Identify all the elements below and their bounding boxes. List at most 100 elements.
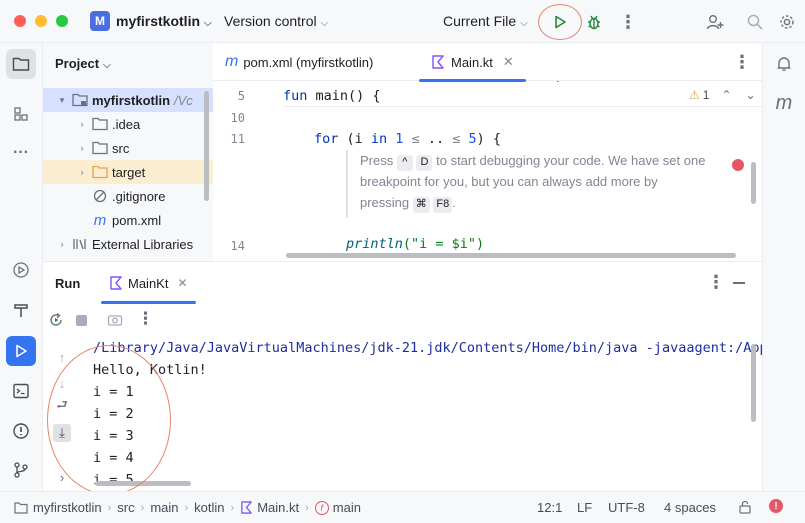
- excluded-folder-icon: [91, 164, 109, 180]
- tree-item-src[interactable]: › src: [43, 136, 213, 160]
- build-tool-button[interactable]: [6, 295, 36, 325]
- run-tab-label: MainKt: [128, 275, 169, 291]
- chevron-right-icon: ›: [230, 501, 235, 514]
- keycap: F8: [433, 197, 453, 213]
- chevron-right-icon: ›: [184, 501, 189, 514]
- tab-actions-button[interactable]: ⋮: [733, 43, 751, 81]
- settings-button[interactable]: [775, 10, 799, 34]
- project-panel-title[interactable]: Project ⌵: [55, 56, 111, 71]
- tree-item-gitignore[interactable]: .gitignore: [43, 184, 213, 208]
- chevron-right-icon[interactable]: ›: [75, 143, 89, 153]
- problems-tool-button[interactable]: [6, 416, 36, 446]
- rerun-button[interactable]: [48, 312, 64, 331]
- version-control-label: Version control: [224, 13, 317, 29]
- tree-item-target[interactable]: › target: [43, 160, 213, 184]
- notifications-button[interactable]: [769, 49, 799, 79]
- editor-horizontal-scrollbar[interactable]: [286, 253, 736, 258]
- kotlin-icon: [241, 501, 252, 514]
- kotlin-icon: [432, 55, 444, 69]
- debug-button[interactable]: [582, 10, 606, 34]
- inlay-hint: ≤: [444, 131, 461, 147]
- chevron-right-icon[interactable]: ›: [75, 119, 89, 129]
- code-keyword: in: [370, 131, 388, 147]
- chevron-up-icon[interactable]: ⌃: [721, 88, 731, 102]
- close-window-button[interactable]: [14, 15, 26, 27]
- file-encoding[interactable]: UTF-8: [608, 500, 645, 515]
- tree-item-myfirstkotlin[interactable]: ▾ myfirstkotlin /Vc: [43, 88, 213, 112]
- maven-tool-button[interactable]: m: [769, 88, 799, 118]
- breadcrumb-item[interactable]: src: [117, 500, 134, 515]
- chevron-right-icon[interactable]: ›: [75, 167, 89, 177]
- tree-item-path: /Vc: [174, 92, 193, 108]
- readonly-toggle[interactable]: [738, 500, 752, 514]
- keycap: ⌘: [412, 197, 430, 213]
- project-scrollbar[interactable]: [204, 91, 209, 201]
- search-button[interactable]: [743, 10, 767, 34]
- project-switcher[interactable]: myfirstkotlin ⌵: [116, 13, 212, 29]
- breadcrumb-item[interactable]: main: [150, 500, 178, 515]
- stop-icon[interactable]: [76, 315, 87, 326]
- screenshot-button[interactable]: [107, 312, 123, 331]
- add-user-button[interactable]: [703, 10, 727, 34]
- function-icon: f: [314, 500, 329, 515]
- more-vertical-icon: ⋮: [733, 51, 751, 72]
- highlight-circle: [538, 4, 582, 40]
- more-tools-button[interactable]: ···: [6, 138, 36, 168]
- minimize-panel-icon[interactable]: [733, 282, 745, 284]
- minimize-window-button[interactable]: [35, 15, 47, 27]
- breakpoint-icon[interactable]: [732, 159, 744, 171]
- tab-pom-xml[interactable]: m pom.xml (myfirstkotlin): [225, 43, 373, 81]
- tab-label: Main.kt: [451, 54, 493, 70]
- tree-item-label: myfirstkotlin: [92, 92, 171, 108]
- code-number: 1: [387, 131, 404, 147]
- editor-vertical-scrollbar[interactable]: [751, 162, 756, 204]
- project-name: myfirstkotlin: [116, 13, 201, 29]
- tree-item-pom[interactable]: m pom.xml: [43, 208, 213, 232]
- tree-item-external-libraries[interactable]: › External Libraries: [43, 232, 213, 256]
- git-tool-button[interactable]: [6, 455, 36, 485]
- run-options-button[interactable]: ⋮: [707, 272, 725, 293]
- kotlin-icon: [110, 276, 122, 290]
- close-tab-icon[interactable]: ✕: [177, 276, 187, 290]
- breadcrumb-item[interactable]: Main.kt: [257, 500, 299, 515]
- error-indicator[interactable]: !: [769, 499, 783, 513]
- tab-main-kt[interactable]: Main.kt ✕: [419, 43, 526, 82]
- breadcrumb-item[interactable]: kotlin: [194, 500, 224, 515]
- chevron-down-icon[interactable]: ▾: [55, 95, 69, 106]
- code-editor[interactable]: 5 fun main() { ⚠ 1 ⌃ ⌄ 10 11 for (i in 1…: [213, 82, 762, 261]
- tree-item-idea[interactable]: › .idea: [43, 112, 213, 136]
- close-tab-icon[interactable]: ✕: [503, 54, 514, 70]
- camera-icon: [107, 315, 123, 326]
- run-tool-button[interactable]: [6, 336, 36, 366]
- services-tool-button[interactable]: [6, 255, 36, 285]
- maven-icon: m: [775, 91, 793, 114]
- code-line: println("i = $i"): [346, 236, 484, 252]
- structure-tool-button[interactable]: [6, 99, 36, 129]
- breadcrumb-item[interactable]: main: [333, 500, 361, 515]
- tab-mainkt[interactable]: MainKt ✕: [101, 262, 196, 304]
- run-more-button[interactable]: ⋮: [137, 309, 154, 329]
- ignore-icon: [91, 188, 109, 204]
- editor-tab-bar: m pom.xml (myfirstkotlin) Main.kt ✕ ⋮: [213, 43, 762, 82]
- more-actions-button[interactable]: ⋮: [616, 10, 640, 34]
- version-control-menu[interactable]: Version control ⌵: [224, 13, 328, 29]
- line-number: 5: [237, 89, 245, 103]
- inspection-widget[interactable]: ⚠ 1 ⌃ ⌄: [689, 88, 756, 102]
- unlock-icon: [739, 500, 751, 514]
- chevron-right-icon: ›: [140, 501, 145, 514]
- console-vertical-scrollbar[interactable]: [751, 344, 756, 422]
- library-icon: [71, 236, 89, 252]
- terminal-tool-button[interactable]: [6, 376, 36, 406]
- zoom-window-button[interactable]: [56, 15, 68, 27]
- run-config-selector[interactable]: Current File ⌵: [443, 13, 528, 29]
- project-tool-button[interactable]: [6, 49, 36, 79]
- indent-setting[interactable]: 4 spaces: [664, 500, 716, 515]
- chevron-right-icon[interactable]: ›: [55, 239, 69, 249]
- cursor-position[interactable]: 12:1: [537, 500, 562, 515]
- project-badge[interactable]: M: [90, 11, 110, 31]
- code-line: for (i in 1 ≤ .. ≤ 5) {: [314, 131, 501, 147]
- doc-text: .: [452, 195, 456, 210]
- breadcrumb-item[interactable]: myfirstkotlin: [33, 500, 102, 515]
- chevron-down-icon[interactable]: ⌄: [746, 88, 756, 102]
- line-separator[interactable]: LF: [577, 500, 592, 515]
